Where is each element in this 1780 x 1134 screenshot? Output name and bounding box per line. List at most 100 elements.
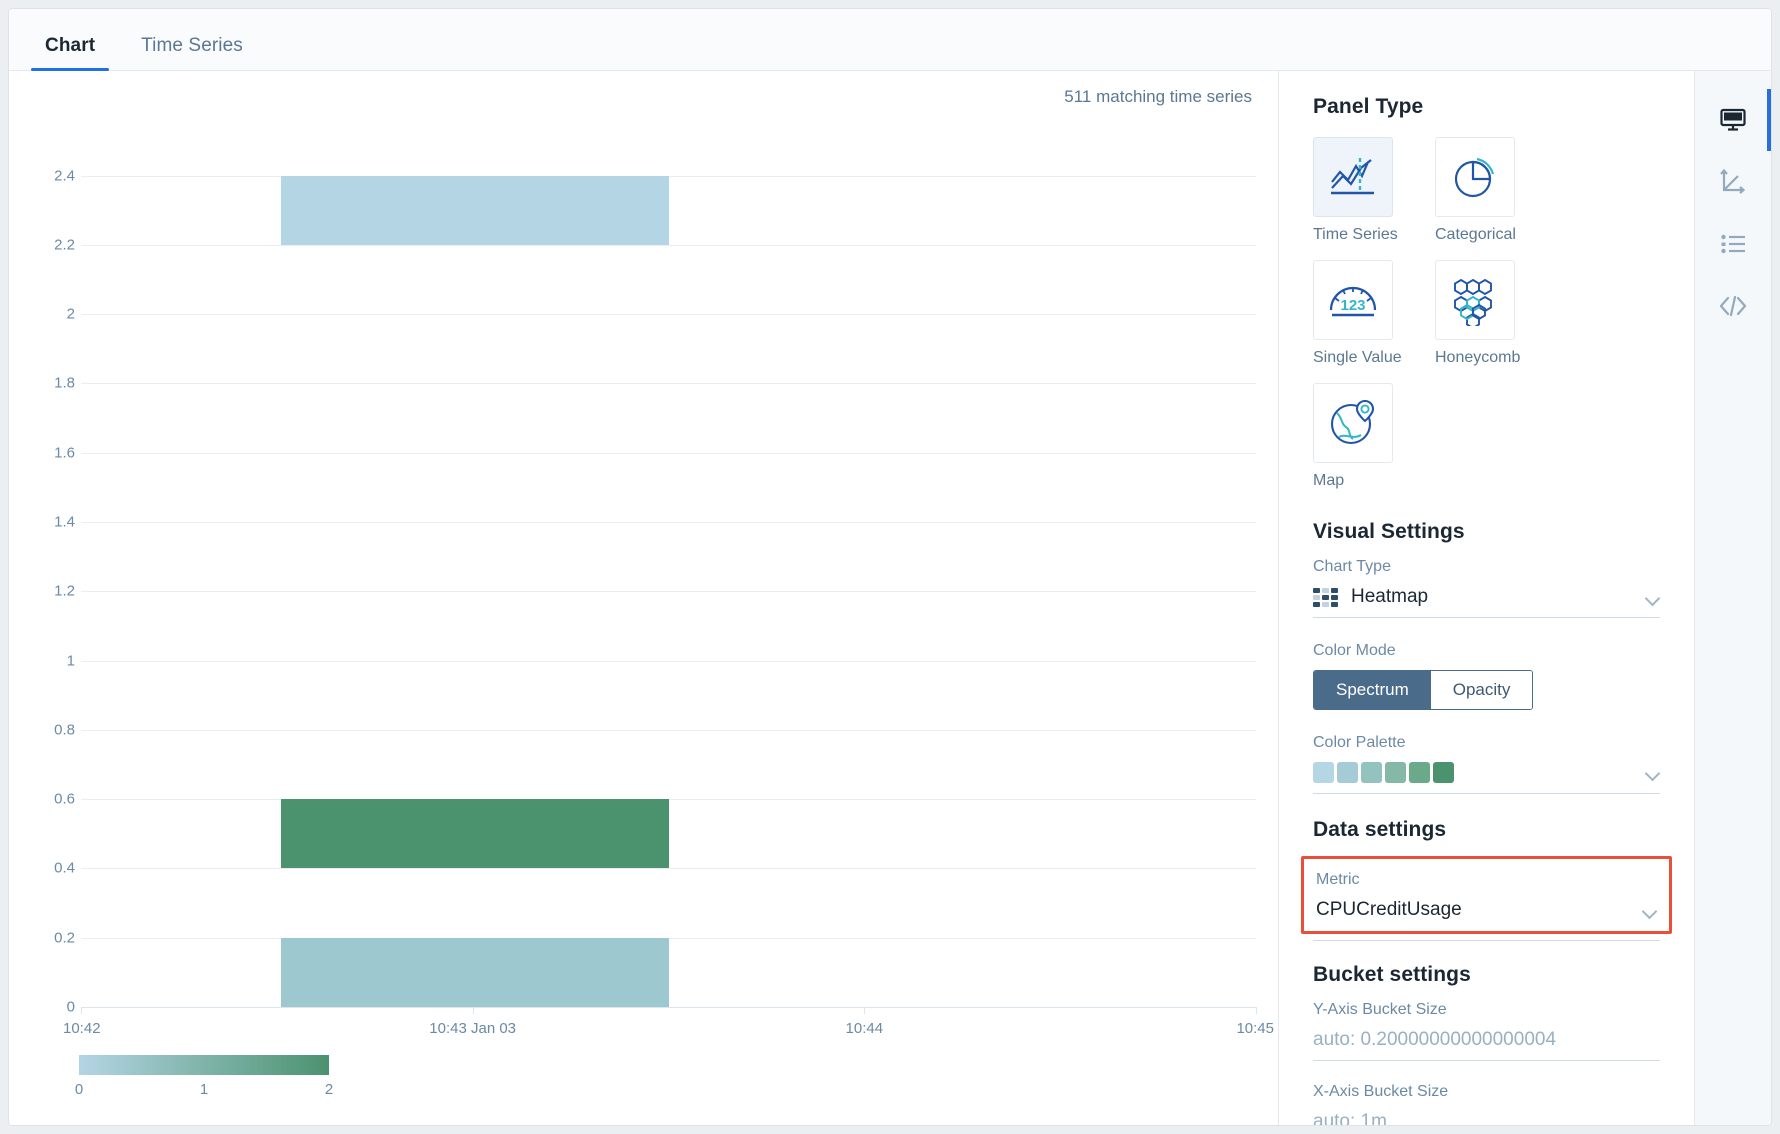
monitor-icon <box>1720 108 1746 131</box>
bucket-settings-heading: Bucket settings <box>1313 963 1471 986</box>
chevron-down-icon <box>1646 768 1660 777</box>
palette-swatch-2 <box>1361 762 1382 783</box>
y-axis-tick-label: 1.8 <box>54 374 75 392</box>
y-gridline <box>81 452 1256 454</box>
y-gridline <box>81 868 1256 870</box>
gauge-123-icon: 123 <box>1313 260 1393 340</box>
panel-type-honeycomb[interactable]: Honeycomb <box>1435 260 1539 367</box>
x-axis-tick-mark <box>81 1007 82 1014</box>
palette-swatch-3 <box>1385 762 1406 783</box>
metric-label: Metric <box>1316 871 1360 888</box>
y-axis-tick-label: 2 <box>66 305 75 323</box>
rail-item-code[interactable] <box>1695 275 1771 337</box>
color-mode-spectrum[interactable]: Spectrum <box>1314 671 1431 709</box>
rail-item-axes[interactable] <box>1695 151 1771 213</box>
y-gridline <box>81 729 1256 731</box>
x-axis-bucket-input[interactable]: auto: 1m <box>1313 1111 1660 1125</box>
pie-chart-icon <box>1435 137 1515 217</box>
chart-type-select[interactable]: Heatmap <box>1313 586 1660 618</box>
metric-select[interactable]: CPUCreditUsage <box>1316 899 1657 921</box>
panel-editor-window: Chart Time Series 511 matching time seri… <box>8 8 1772 1126</box>
panel-type-label: Categorical <box>1435 226 1516 243</box>
chart-type-label: Chart Type <box>1313 558 1391 575</box>
y-gridline <box>81 314 1256 316</box>
panel-type-single-value[interactable]: 123 Single Value <box>1313 260 1417 367</box>
x-axis-tick-label: 10:45 <box>1236 1020 1274 1037</box>
x-axis-tick-mark <box>472 1007 474 1014</box>
y-axis-tick-label: 1.6 <box>54 444 75 462</box>
palette-swatch-5 <box>1433 762 1454 783</box>
y-axis-tick-label: 0.8 <box>54 721 75 739</box>
metric-underline <box>1313 940 1660 941</box>
palette-swatch-1 <box>1337 762 1358 783</box>
tab-time-series[interactable]: Time Series <box>127 35 257 70</box>
y-gridline <box>81 244 1256 246</box>
line-chart-icon <box>1313 137 1393 217</box>
code-icon <box>1719 295 1747 317</box>
list-icon <box>1721 234 1745 254</box>
y-axis-tick-label: 2.2 <box>54 236 75 254</box>
chart-panel: 511 matching time series 2.4 2.2 2 1.8 1.6 1.… <box>9 71 1279 1125</box>
y-gridline <box>81 522 1256 524</box>
panel-type-categorical[interactable]: Categorical <box>1435 137 1539 244</box>
x-axis-tick-label: 10:43 Jan 03 <box>429 1020 517 1037</box>
color-scale-tick-label: 1 <box>199 1081 209 1098</box>
chevron-down-icon <box>1643 906 1657 915</box>
heatmap-cell[interactable] <box>281 799 669 869</box>
heatmap-cell[interactable] <box>281 175 669 245</box>
x-axis-bucket-label: X-Axis Bucket Size <box>1313 1083 1449 1100</box>
color-palette-label: Color Palette <box>1313 734 1406 751</box>
panel-type-map[interactable]: Map <box>1313 383 1417 490</box>
honeycomb-icon <box>1435 260 1515 340</box>
panel-type-grid: Time Series Categorical 123 Single Value… <box>1313 137 1660 506</box>
y-axis-bucket-value: auto: 0.20000000000000004 <box>1313 1029 1557 1050</box>
y-axis-tick-label: 2.4 <box>54 167 75 185</box>
y-axis-tick-label: 1 <box>66 652 75 670</box>
y-axis-tick-label: 0.2 <box>54 929 75 947</box>
panel-type-label: Map <box>1313 472 1345 489</box>
panel-type-heading: Panel Type <box>1313 95 1424 118</box>
color-scale-tick-label: 0 <box>74 1081 84 1098</box>
y-axis-tick-label: 0 <box>66 998 75 1016</box>
panel-type-label: Time Series <box>1313 226 1398 243</box>
x-axis-tick-label: 10:44 <box>845 1020 884 1037</box>
y-axis-bucket-input[interactable]: auto: 0.20000000000000004 <box>1313 1029 1660 1061</box>
x-axis-bucket-value: auto: 1m <box>1313 1111 1387 1125</box>
color-mode-toggle: Spectrum Opacity <box>1313 670 1534 710</box>
tab-chart[interactable]: Chart <box>31 35 110 71</box>
heatmap-cell[interactable] <box>281 937 669 1007</box>
color-mode-label: Color Mode <box>1313 642 1396 659</box>
panel-type-time-series[interactable]: Time Series <box>1313 137 1417 244</box>
heatmap-plot[interactable]: 2.4 2.2 2 1.8 1.6 1.4 1.2 1 0.8 0.6 0.4 0.2 0 10:42 10… <box>9 123 1278 1125</box>
y-axis-tick-label: 0.6 <box>54 790 75 808</box>
palette-swatches <box>1313 762 1646 783</box>
metric-value: CPUCreditUsage <box>1316 899 1462 920</box>
rail-item-list[interactable] <box>1695 213 1771 275</box>
matching-series-count: 511 matching time series <box>1064 87 1252 106</box>
color-palette-select[interactable] <box>1313 762 1660 794</box>
right-icon-rail <box>1694 71 1771 1125</box>
x-axis-tick-mark <box>864 1007 866 1014</box>
color-mode-opacity[interactable]: Opacity <box>1430 671 1533 709</box>
palette-swatch-4 <box>1409 762 1430 783</box>
axes-icon <box>1720 169 1746 194</box>
metric-field-highlight: Metric CPUCreditUsage <box>1301 856 1672 934</box>
x-axis-tick-mark <box>1256 1007 1257 1014</box>
chart-header: 511 matching time series <box>9 71 1278 123</box>
chevron-down-icon <box>1646 593 1660 602</box>
y-gridline <box>81 591 1256 593</box>
rail-item-visualization[interactable] <box>1695 89 1771 151</box>
heatmap-icon <box>1313 587 1338 607</box>
visual-settings-heading: Visual Settings <box>1313 520 1465 543</box>
palette-swatch-0 <box>1313 762 1334 783</box>
y-axis-tick-label: 1.2 <box>54 582 75 600</box>
svg-text:123: 123 <box>1340 297 1365 314</box>
chart-type-value: Heatmap <box>1351 586 1429 607</box>
y-axis-tick-label: 1.4 <box>54 513 75 531</box>
tab-bar: Chart Time Series <box>9 9 1771 71</box>
x-axis-tick-label: 10:42 <box>63 1020 101 1037</box>
color-scale-legend <box>79 1055 329 1075</box>
data-settings-heading: Data settings <box>1313 818 1447 841</box>
y-axis-tick-label: 0.4 <box>54 859 75 877</box>
editor-body: 511 matching time series 2.4 2.2 2 1.8 1.6 1.… <box>9 71 1771 1125</box>
